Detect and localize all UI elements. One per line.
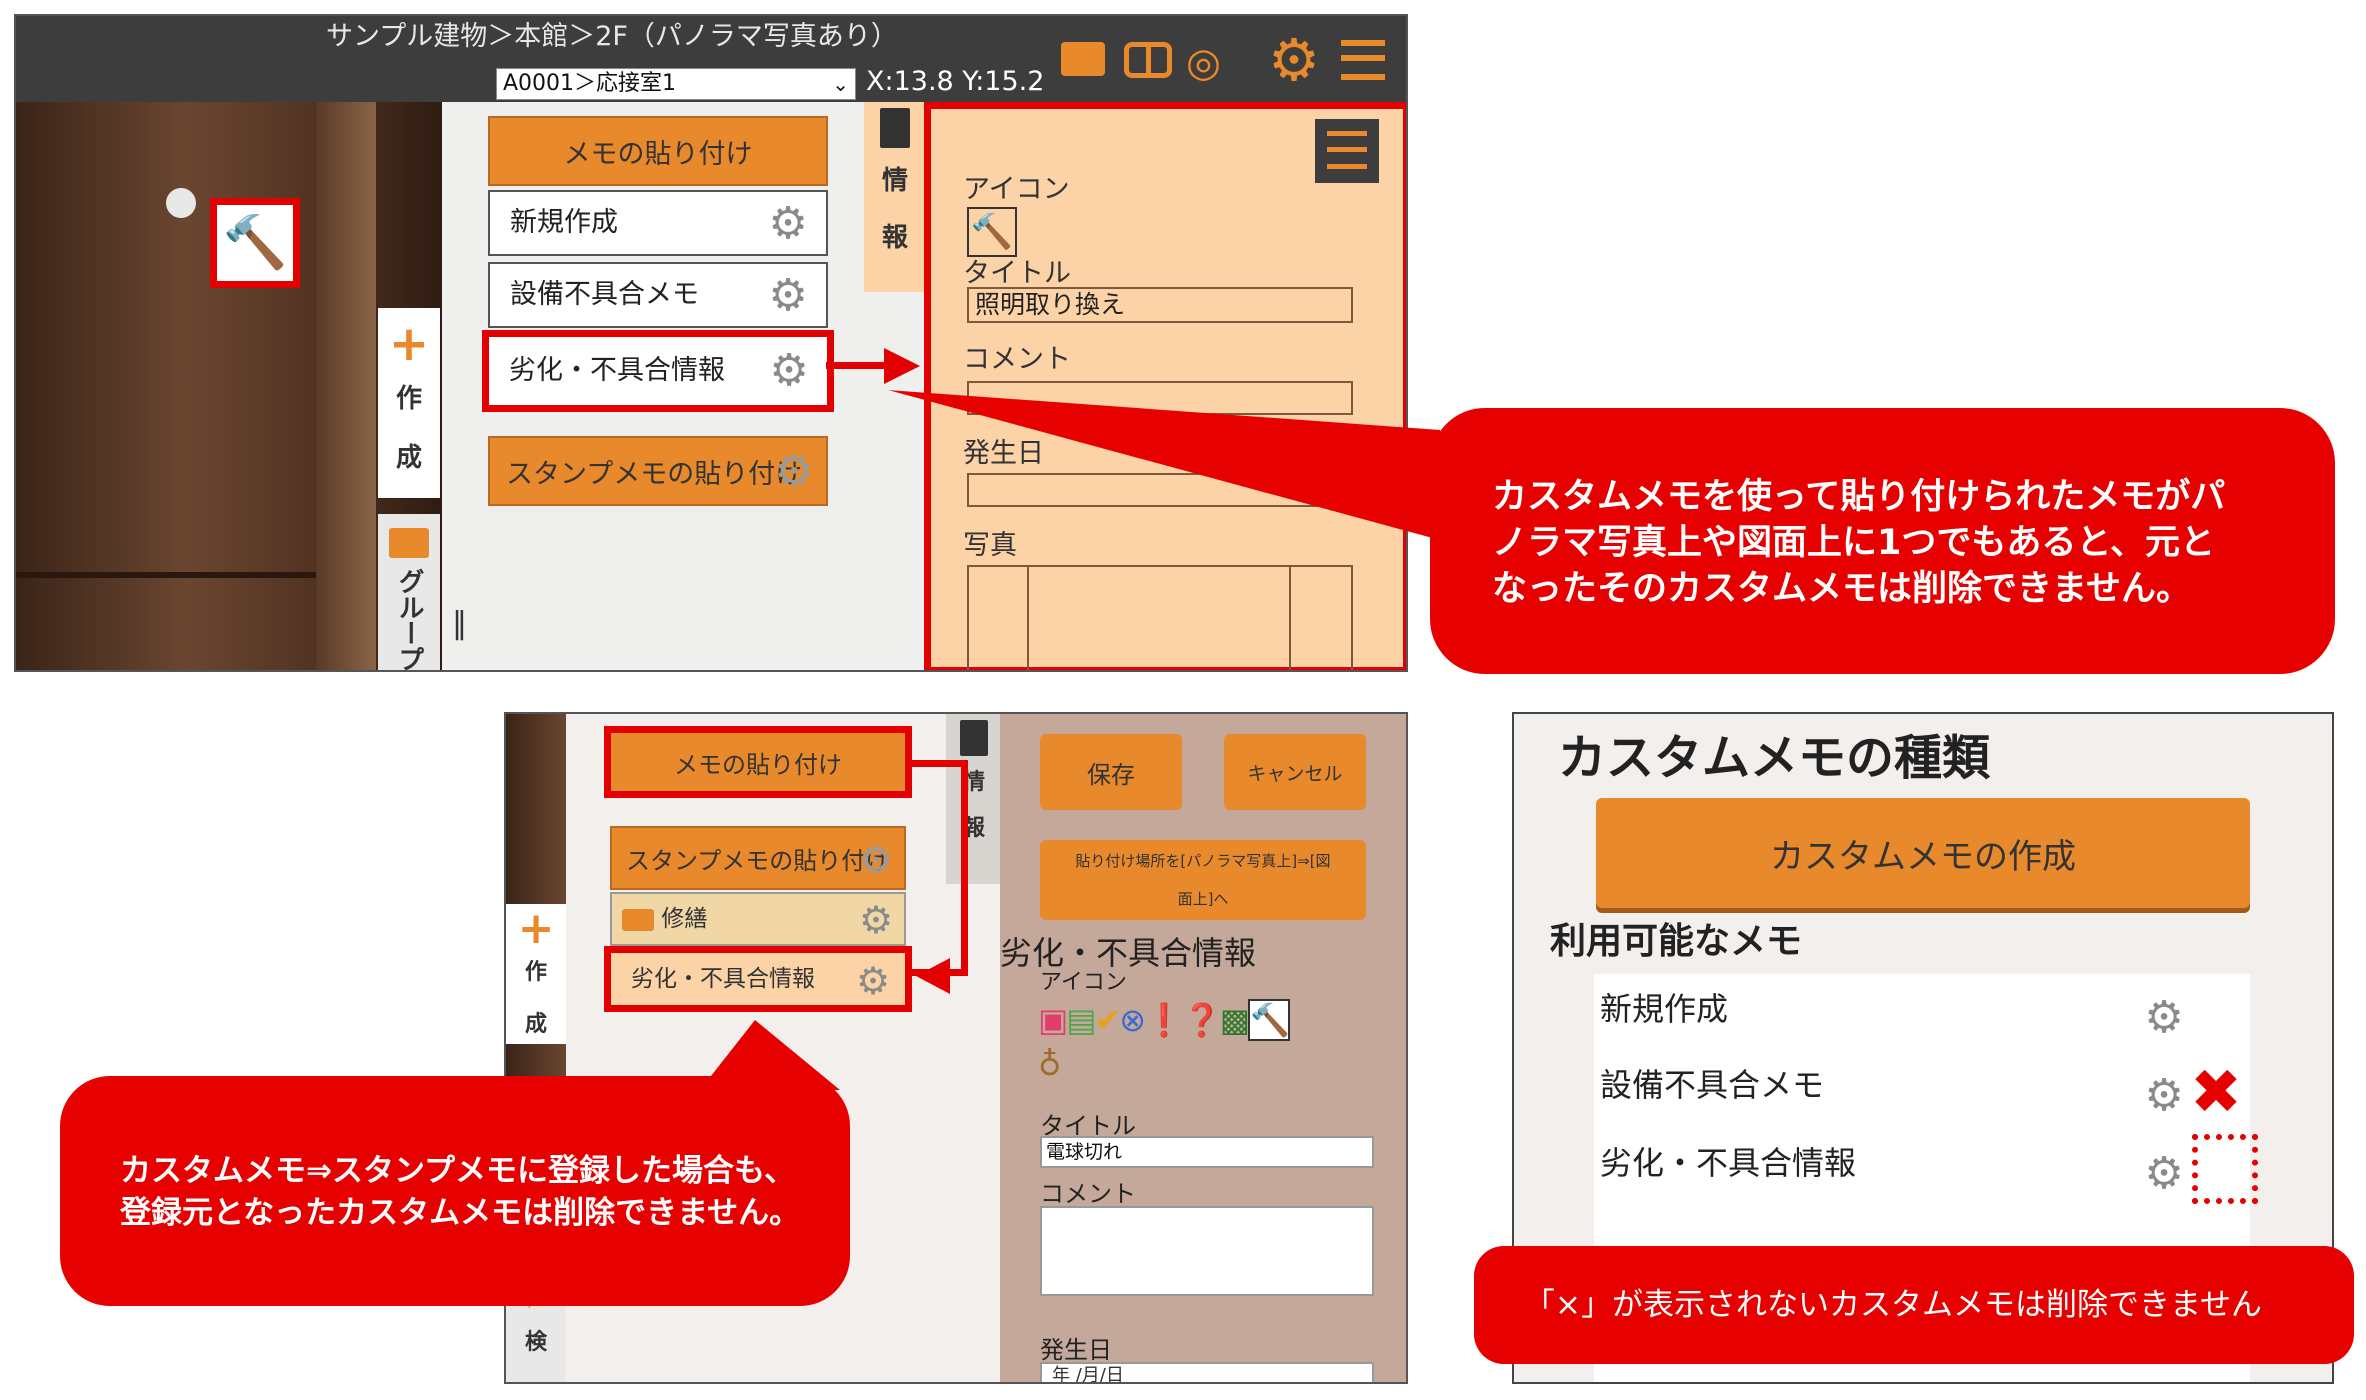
list-item-equipment[interactable]: 設備不具合メモ ⚙ ✖ bbox=[1594, 1050, 2250, 1128]
gear-icon[interactable]: ⚙ bbox=[2140, 994, 2188, 1042]
panel-title: カスタムメモの種類 bbox=[1558, 730, 1991, 786]
list-item-deterioration[interactable]: 劣化・不具合情報 ⚙ bbox=[1594, 1128, 2258, 1208]
list-item-label: 新規作成 bbox=[1600, 990, 1729, 1028]
callout-right: 「×」が表示されないカスタムメモは削除できません bbox=[1474, 1246, 2354, 1364]
delete-x-icon[interactable]: ✖ bbox=[2190, 1060, 2242, 1124]
callout-right-text: 「×」が表示されないカスタムメモは削除できません bbox=[1524, 1287, 2263, 1323]
create-custom-memo-button[interactable]: カスタムメモの作成 bbox=[1596, 798, 2250, 908]
callout-bottom: カスタムメモ⇒スタンプメモに登録した場合も、 登録元となったカスタムメモは削除で… bbox=[60, 1076, 850, 1306]
list-item-label: 設備不具合メモ bbox=[1600, 1066, 1825, 1104]
list-item-new[interactable]: 新規作成 ⚙ bbox=[1594, 974, 2250, 1050]
callout-bottom-line1: カスタムメモ⇒スタンプメモに登録した場合も、 bbox=[120, 1153, 796, 1189]
missing-delete-indicator bbox=[2192, 1134, 2258, 1204]
list-item-label: 劣化・不具合情報 bbox=[1600, 1144, 1857, 1182]
available-memos-label: 利用可能なメモ bbox=[1550, 921, 1803, 962]
gear-icon[interactable]: ⚙ bbox=[2140, 1150, 2188, 1198]
callout-bottom-line2: 登録元となったカスタムメモは削除できません。 bbox=[120, 1195, 801, 1231]
gear-icon[interactable]: ⚙ bbox=[2140, 1072, 2188, 1120]
